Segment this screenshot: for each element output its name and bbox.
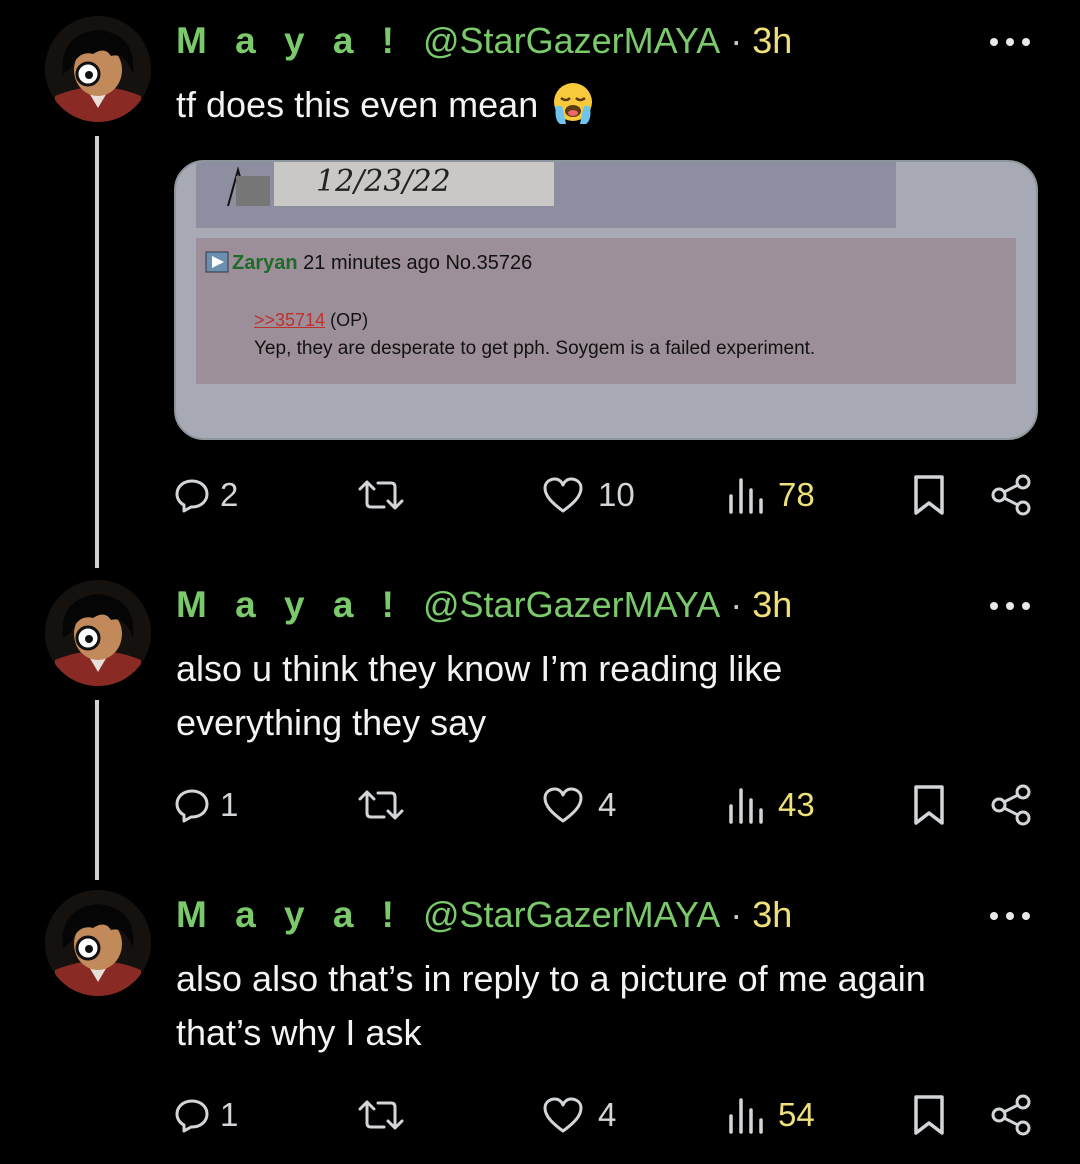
reply-icon (175, 789, 209, 823)
like-icon (543, 787, 583, 823)
like-count: 4 (598, 1096, 617, 1133)
embed-post-name: Zaryan (232, 252, 298, 274)
tweet-header: M a y a ! @StarGazerMAYA · 3h (176, 894, 792, 938)
views-count: 43 (778, 786, 815, 823)
display-name[interactable]: M a y a ! (176, 20, 403, 62)
action-bar: 1 4 54 (0, 1090, 1080, 1140)
embed-post-body: Yep, they are desperate to get pph. Soyg… (254, 338, 816, 359)
timestamp[interactable]: 3h (752, 894, 792, 936)
views-count: 78 (778, 476, 815, 513)
reply-button[interactable]: 1 (174, 1090, 238, 1140)
reply-count: 1 (220, 1096, 239, 1133)
tweet-text-line: also u think they know I’m reading like (176, 648, 783, 689)
views-icon (729, 788, 763, 824)
more-options-icon[interactable] (990, 602, 1030, 614)
tweet[interactable]: M a y a ! @StarGazerMAYA · 3h also u thi… (0, 564, 1080, 880)
reply-icon (175, 479, 209, 513)
share-button[interactable] (990, 470, 1032, 520)
tweet-text-line: everything they say (176, 702, 487, 743)
retweet-button[interactable] (356, 780, 406, 830)
avatar[interactable] (45, 16, 151, 122)
avatar[interactable] (45, 580, 151, 686)
views-count: 54 (778, 1096, 815, 1133)
views-button[interactable]: 43 (728, 780, 815, 830)
bookmark-icon (914, 785, 944, 825)
reply-button[interactable]: 2 (174, 470, 238, 520)
embed-reply-line: >>35714 (OP) (254, 310, 368, 331)
bookmark-button[interactable] (912, 470, 946, 520)
retweet-icon (358, 790, 404, 820)
user-handle[interactable]: @StarGazerMAYA (423, 20, 720, 62)
embed-screenshot (176, 162, 1036, 438)
tweet[interactable]: M a y a ! @StarGazerMAYA · 3h tf does th… (0, 0, 1080, 568)
embed-date-text: 12/23/22 (316, 164, 451, 199)
share-icon (991, 784, 1031, 826)
like-button[interactable]: 4 (542, 1090, 616, 1140)
share-button[interactable] (990, 780, 1032, 830)
like-icon (543, 1097, 583, 1133)
separator: · (730, 894, 743, 935)
more-options-icon[interactable] (990, 912, 1030, 924)
views-button[interactable]: 54 (728, 1090, 815, 1140)
embed-post-header: Zaryan 21 minutes ago No.35726 (232, 252, 532, 275)
retweet-button[interactable] (356, 470, 406, 520)
reply-count: 2 (220, 476, 239, 513)
like-button[interactable]: 10 (542, 470, 635, 520)
views-icon (729, 478, 763, 514)
user-handle[interactable]: @StarGazerMAYA (423, 894, 720, 936)
tweet-header: M a y a ! @StarGazerMAYA · 3h (176, 584, 792, 628)
action-bar: 1 4 43 (0, 780, 1080, 830)
tweet-text: also also that’s in reply to a picture o… (176, 952, 1046, 1060)
retweet-icon (358, 1100, 404, 1130)
reply-icon (175, 1099, 209, 1133)
embed-post-meta: 21 minutes ago No.35726 (303, 252, 533, 274)
bookmark-icon (914, 1095, 944, 1135)
share-button[interactable] (990, 1090, 1032, 1140)
bookmark-button[interactable] (912, 780, 946, 830)
tweet-text: also u think they know I’m reading like … (176, 642, 1046, 750)
user-handle[interactable]: @StarGazerMAYA (423, 584, 720, 626)
tweet[interactable]: M a y a ! @StarGazerMAYA · 3h also also … (0, 874, 1080, 1164)
tweet-text: tf does this even mean (176, 78, 1046, 132)
share-icon (991, 474, 1031, 516)
bookmark-button[interactable] (912, 1090, 946, 1140)
reply-count: 1 (220, 786, 239, 823)
loudly-crying-face-emoji (554, 83, 593, 125)
views-icon (729, 1098, 763, 1134)
bookmark-icon (914, 475, 944, 515)
embedded-image[interactable]: 12/23/22 Zaryan 21 minutes ago No.35726 … (174, 160, 1038, 440)
embed-reply-link: >>35714 (254, 310, 326, 330)
reply-button[interactable]: 1 (174, 780, 238, 830)
avatar[interactable] (45, 890, 151, 996)
display-name[interactable]: M a y a ! (176, 584, 403, 626)
tweet-text-line: also also that’s in reply to a picture o… (176, 958, 926, 999)
timestamp[interactable]: 3h (752, 584, 792, 626)
more-options-icon[interactable] (990, 38, 1030, 50)
display-name[interactable]: M a y a ! (176, 894, 403, 936)
tweet-text-line: that’s why I ask (176, 1012, 422, 1053)
tweet-text-content: tf does this even mean (176, 84, 539, 125)
separator: · (730, 584, 743, 625)
like-count: 10 (598, 476, 635, 513)
retweet-icon (358, 480, 404, 510)
share-icon (991, 1094, 1031, 1136)
like-icon (543, 477, 583, 513)
timestamp[interactable]: 3h (752, 20, 792, 62)
like-count: 4 (598, 786, 617, 823)
embed-op-tag: (OP) (330, 310, 369, 330)
retweet-button[interactable] (356, 1090, 406, 1140)
views-button[interactable]: 78 (728, 470, 815, 520)
like-button[interactable]: 4 (542, 780, 616, 830)
separator: · (730, 20, 743, 61)
action-bar: 2 10 78 (0, 470, 1080, 520)
tweet-header: M a y a ! @StarGazerMAYA · 3h (176, 20, 792, 64)
